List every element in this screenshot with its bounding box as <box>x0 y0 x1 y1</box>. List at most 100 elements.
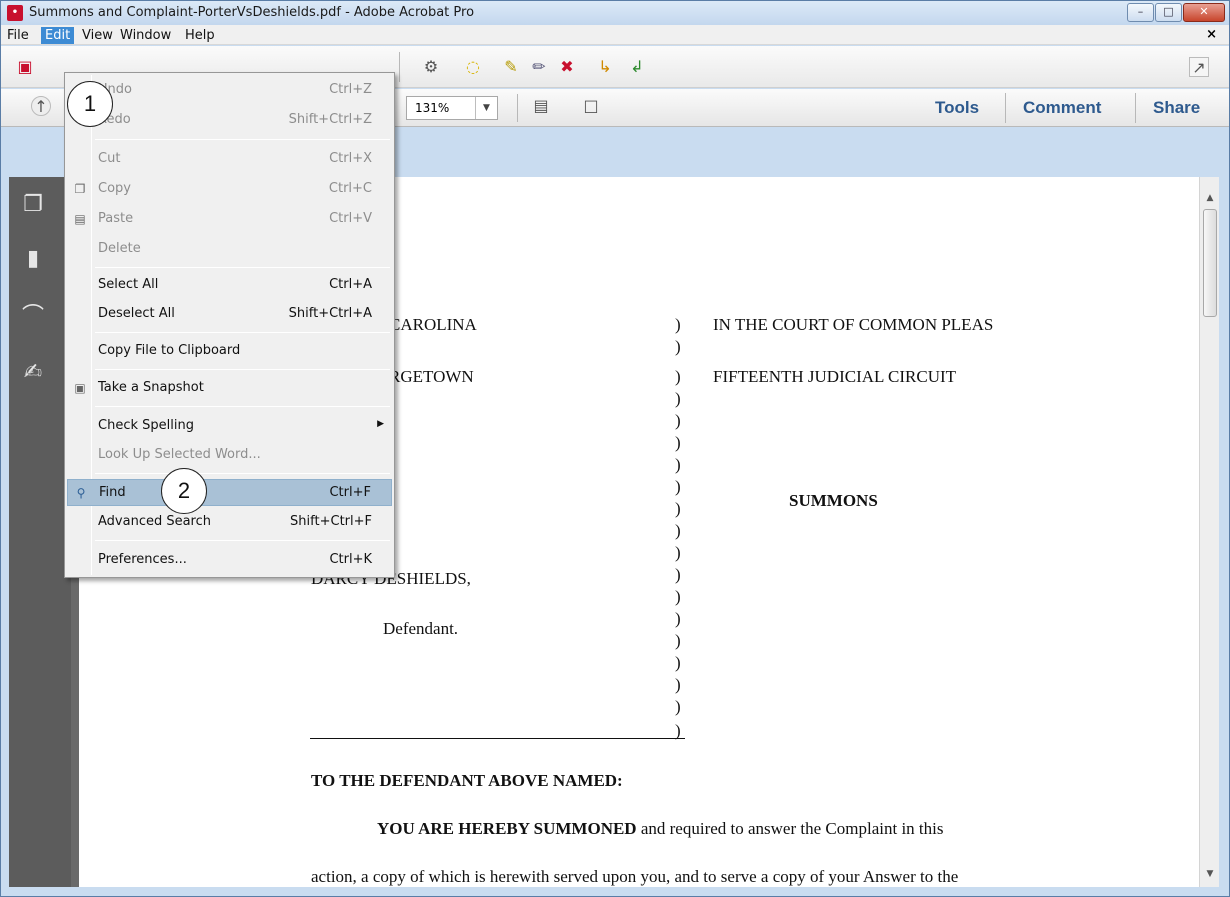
menu-item-deselect-all[interactable]: Deselect All Shift+Ctrl+A <box>67 301 392 328</box>
menu-separator <box>95 473 390 474</box>
menu-item-advanced-search[interactable]: Advanced Search Shift+Ctrl+F <box>67 509 392 536</box>
menu-item-paste[interactable]: ▤ Paste Ctrl+V <box>67 206 392 233</box>
edit-menu-dropdown: Undo Ctrl+Z Redo Shift+Ctrl+Z Cut Ctrl+X… <box>64 72 395 578</box>
caption-parenthesis: ) <box>675 499 681 518</box>
paste-clipboard-icon: ▤ <box>74 212 86 226</box>
caption-parenthesis: ) <box>675 565 681 584</box>
menu-separator <box>95 406 390 407</box>
comment-pane-link[interactable]: Comment <box>1023 98 1101 118</box>
defendant-label: Defendant. <box>383 619 459 638</box>
camera-snapshot-icon: ▣ <box>74 381 86 395</box>
attachments-paperclip-icon[interactable]: ⌒ <box>19 303 47 331</box>
menu-item-label: Take a Snapshot <box>98 380 204 395</box>
create-pdf-icon[interactable]: ▣ <box>15 57 35 77</box>
fullscreen-expand-icon[interactable]: ↗ <box>1189 57 1209 77</box>
menu-separator <box>95 267 390 268</box>
menu-item-shortcut: Shift+Ctrl+F <box>290 514 372 529</box>
bookmarks-icon[interactable]: ▮ <box>19 245 47 273</box>
step-callout-1: 1 <box>67 81 113 127</box>
fit-width-icon[interactable]: ▤ <box>531 96 551 116</box>
delete-page-icon[interactable]: ✖ <box>557 57 577 77</box>
menu-edit[interactable]: Edit <box>41 27 75 44</box>
zoom-level-field[interactable]: 131% ▼ <box>406 96 498 120</box>
share-pane-link[interactable]: Share <box>1153 98 1200 118</box>
menu-item-shortcut: Ctrl+F <box>329 485 371 500</box>
minimize-button[interactable]: – <box>1127 3 1154 22</box>
menu-item-label: Delete <box>98 241 141 256</box>
caption-parenthesis: ) <box>675 697 681 716</box>
pen-annotate-icon[interactable]: ✏ <box>529 57 549 77</box>
menu-item-preferences[interactable]: Preferences... Ctrl+K <box>67 547 392 574</box>
caption-parenthesis: ) <box>675 631 681 650</box>
menu-item-label: Preferences... <box>98 552 187 567</box>
fit-page-icon[interactable]: □ <box>581 96 601 116</box>
toolbar-separator <box>399 52 400 82</box>
scrollbar-thumb[interactable] <box>1203 209 1217 317</box>
caption-parenthesis: ) <box>675 477 681 496</box>
menu-item-copy-file-to-clipboard[interactable]: Copy File to Clipboard <box>67 338 392 365</box>
menu-item-shortcut: Ctrl+K <box>329 552 372 567</box>
menu-separator <box>95 139 390 140</box>
step-callout-2: 2 <box>161 468 207 514</box>
maximize-button[interactable]: □ <box>1155 3 1182 22</box>
menu-item-check-spelling[interactable]: Check Spelling ▶ <box>67 413 392 440</box>
caption-parenthesis: ) <box>675 411 681 430</box>
caption-parenthesis: ) <box>675 653 681 672</box>
previous-page-icon[interactable]: ↑ <box>31 96 51 116</box>
menu-item-label: Cut <box>98 151 121 166</box>
menu-item-take-a-snapshot[interactable]: ▣ Take a Snapshot <box>67 375 392 402</box>
magnifier-search-icon: ⚲ <box>76 486 86 500</box>
menu-window[interactable]: Window <box>116 27 175 44</box>
tools-pane-link[interactable]: Tools <box>935 98 979 118</box>
menu-item-label: Paste <box>98 211 134 226</box>
caption-parenthesis: ) <box>675 433 681 452</box>
menu-item-redo[interactable]: Redo Shift+Ctrl+Z <box>67 107 392 134</box>
menu-item-label: Find <box>99 485 126 500</box>
menu-item-find[interactable]: ⚲ Find Ctrl+F <box>67 479 392 506</box>
page-thumbnails-icon[interactable]: ❐ <box>19 191 47 219</box>
toolbar-separator <box>1005 93 1006 123</box>
window-title: Summons and Complaint-PorterVsDeshields.… <box>29 5 475 20</box>
summoned-rest-text: and required to answer the Complaint in … <box>636 819 944 838</box>
vertical-scrollbar[interactable]: ▲ ▼ <box>1199 177 1219 887</box>
menu-item-label: Check Spelling <box>98 418 194 433</box>
export-page-icon[interactable]: ↳ <box>595 57 615 77</box>
signatures-icon[interactable]: ✍ <box>19 359 47 387</box>
caption-parenthesis: ) <box>675 543 681 562</box>
caption-parenthesis: ) <box>675 675 681 694</box>
menu-item-look-up-selected-word[interactable]: Look Up Selected Word... <box>67 442 392 469</box>
close-button[interactable]: ✕ <box>1183 3 1225 22</box>
menu-item-shortcut: Ctrl+Z <box>329 82 372 97</box>
chevron-down-icon[interactable]: ▼ <box>475 97 497 119</box>
caption-parenthesis: ) <box>675 315 681 334</box>
menu-item-undo[interactable]: Undo Ctrl+Z <box>67 77 392 104</box>
state-caption: CAROLINA <box>389 315 477 334</box>
comment-bubble-icon[interactable]: ◌ <box>463 57 483 77</box>
settings-gear-icon[interactable]: ⚙ <box>421 57 441 77</box>
menu-separator <box>95 369 390 370</box>
menu-item-copy[interactable]: ❐ Copy Ctrl+C <box>67 176 392 203</box>
menu-item-label: Advanced Search <box>98 514 212 529</box>
circuit-name: FIFTEENTH JUDICIAL CIRCUIT <box>713 367 957 386</box>
acrobat-pdf-icon: • <box>7 5 23 21</box>
menu-item-delete[interactable]: Delete <box>67 236 392 263</box>
close-document-icon[interactable]: × <box>1206 27 1217 42</box>
highlight-text-icon[interactable]: ✎ <box>501 57 521 77</box>
summoned-bold-text: YOU ARE HEREBY SUMMONED <box>377 819 637 838</box>
menu-item-cut[interactable]: Cut Ctrl+X <box>67 146 392 173</box>
menu-item-select-all[interactable]: Select All Ctrl+A <box>67 272 392 299</box>
summons-title: SUMMONS <box>789 491 878 510</box>
county-caption: RGETOWN <box>389 367 474 386</box>
insert-page-icon[interactable]: ↲ <box>627 57 647 77</box>
menu-separator <box>95 332 390 333</box>
scroll-down-arrow-icon[interactable]: ▼ <box>1200 865 1220 883</box>
toolbar-separator <box>1135 93 1136 123</box>
navigation-pane: ❐ ▮ ⌒ ✍ <box>9 177 71 887</box>
menu-view[interactable]: View <box>78 27 117 44</box>
menu-item-shortcut: Ctrl+C <box>328 181 372 196</box>
menu-file[interactable]: File <box>3 27 33 44</box>
menu-help[interactable]: Help <box>181 27 219 44</box>
menu-item-shortcut: Shift+Ctrl+A <box>288 306 372 321</box>
caption-parenthesis: ) <box>675 367 681 386</box>
scroll-up-arrow-icon[interactable]: ▲ <box>1200 189 1220 207</box>
